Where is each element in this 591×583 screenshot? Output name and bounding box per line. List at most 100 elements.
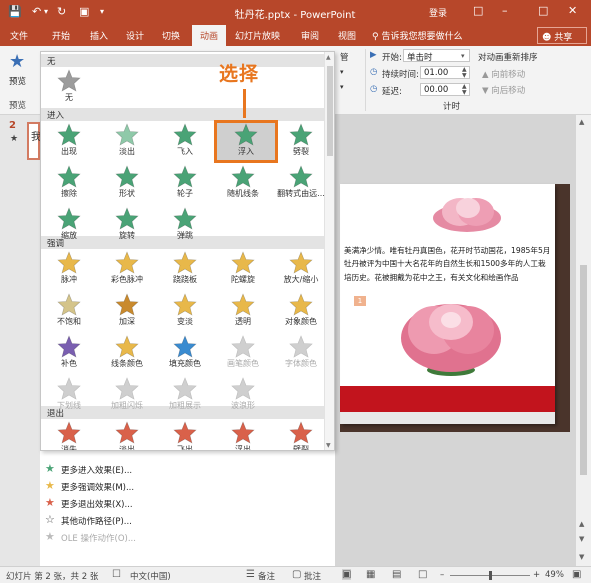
effect-tile[interactable]: 放大/缩小	[275, 251, 327, 288]
effect-selected-tile[interactable]: 浮入	[214, 120, 278, 163]
scroll-prev-slide-icon[interactable]: ▲	[579, 520, 584, 528]
slide-body-text[interactable]: 美满净少情。唯有牡丹真国色，花开时节动国花，1985年5月牡丹被评为中国十大名花…	[344, 244, 551, 284]
tab-home[interactable]: 开始	[52, 29, 70, 42]
effect-tile[interactable]: 填充颜色	[159, 335, 211, 372]
notes-button[interactable]: 备注	[258, 570, 275, 582]
effect-tile[interactable]: 陀螺旋	[217, 251, 269, 288]
comments-icon[interactable]: ▢	[292, 569, 301, 580]
more-effects-menu-item[interactable]: ★ 更多进入效果(E)...	[45, 462, 215, 477]
effect-tile[interactable]: 消失	[43, 421, 95, 450]
effect-tile[interactable]: 补色	[43, 335, 95, 372]
effect-tile[interactable]: 跷跷板	[159, 251, 211, 288]
reorder-title: 对动画重新排序	[478, 53, 538, 63]
tab-review[interactable]: 审阅	[301, 29, 319, 42]
effect-label: 透明	[235, 317, 251, 326]
notes-icon[interactable]: ☰	[246, 569, 255, 580]
slideshow-view-icon[interactable]: □	[418, 569, 427, 580]
effect-tile[interactable]: 形状	[101, 165, 153, 202]
more-effects-menu-item[interactable]: ★ 更多退出效果(X)...	[45, 496, 215, 511]
slide-canvas[interactable]: 美满净少情。唯有牡丹真国色，花开时节动国花，1985年5月牡丹被评为中国十大名花…	[340, 184, 555, 424]
undo-dropdown-icon[interactable]: ▾	[44, 7, 48, 16]
delay-spinner-icon[interactable]: ▲ ▼	[462, 84, 467, 96]
effect-tile[interactable]: 彩色脉冲	[101, 251, 153, 288]
move-earlier-button[interactable]: ▲ 向前移动	[482, 68, 525, 80]
preview-button-label[interactable]: 预览	[9, 75, 26, 87]
effect-label: 脉冲	[61, 275, 77, 284]
tab-insert[interactable]: 插入	[90, 29, 108, 42]
undo-icon[interactable]: ↶	[32, 5, 41, 18]
move-later-button[interactable]: ▼ 向后移动	[482, 84, 525, 96]
gallery-scroll-up-icon[interactable]: ▲	[326, 54, 331, 61]
vertical-scrollbar[interactable]: ▲ ▲ ▼ ▼	[576, 115, 591, 566]
effect-tile[interactable]: 脉冲	[43, 251, 95, 288]
effect-tile[interactable]: 飞出	[159, 421, 211, 450]
tab-animations[interactable]: 动画	[192, 25, 227, 46]
normal-view-icon[interactable]: ▣	[342, 569, 352, 580]
scroll-next-slide-icon[interactable]: ▼	[579, 535, 584, 543]
effect-tile[interactable]: 加深	[101, 293, 153, 330]
effect-tile[interactable]: 透明	[217, 293, 269, 330]
language-status[interactable]: 中文(中国)	[130, 570, 171, 582]
fit-slide-icon[interactable]: ▣	[572, 569, 581, 580]
login-link[interactable]: 登录	[429, 6, 447, 19]
redo-icon[interactable]: ↻	[57, 5, 66, 18]
minimize-icon[interactable]: –	[502, 4, 508, 17]
more-effects-menu-item[interactable]: ☆ 其他动作路径(P)...	[45, 513, 215, 528]
spellcheck-icon[interactable]: ☐	[112, 569, 121, 580]
share-button[interactable]: ☻ 共享	[537, 27, 587, 44]
effect-tile[interactable]: 劈裂	[275, 123, 327, 160]
effect-tile[interactable]: 不饱和	[43, 293, 95, 330]
effect-tile[interactable]: 出现	[43, 123, 95, 160]
effect-tile[interactable]: 旋转	[101, 207, 153, 244]
effect-tile[interactable]: 弹跳	[159, 207, 211, 244]
animation-order-tag[interactable]: 1	[354, 296, 366, 306]
effect-tile[interactable]: 擦除	[43, 165, 95, 202]
trigger-fragment[interactable]: 管	[340, 51, 349, 63]
effect-tile[interactable]: 淡出	[101, 421, 153, 450]
effect-tile[interactable]: 淡出	[101, 123, 153, 160]
effect-tile[interactable]: 缩放	[43, 207, 95, 244]
gallery-scroll-thumb[interactable]	[327, 66, 333, 156]
tab-transitions[interactable]: 切换	[162, 29, 180, 42]
effect-tile[interactable]: 无	[43, 69, 95, 106]
zoom-in-icon[interactable]: +	[533, 570, 540, 580]
effect-tile[interactable]: 随机线条	[217, 165, 269, 202]
more-effects-menu-item[interactable]: ★ 更多强调效果(M)...	[45, 479, 215, 494]
preview-group-label: 预览	[9, 101, 27, 111]
slide-thumbnail[interactable]: 我	[27, 122, 41, 160]
scroll-up-icon[interactable]: ▲	[579, 118, 584, 126]
effect-tile[interactable]: 飞入	[159, 123, 211, 160]
start-select-caret-icon[interactable]: ▾	[461, 52, 465, 60]
close-icon[interactable]: ✕	[568, 4, 577, 17]
tab-design[interactable]: 设计	[126, 29, 144, 42]
effect-tile[interactable]: 翻转式由远...	[275, 165, 327, 202]
effect-tile[interactable]: 线条颜色	[101, 335, 153, 372]
zoom-out-icon[interactable]: –	[440, 570, 444, 580]
start-slideshow-icon[interactable]: ▣	[79, 5, 89, 18]
scroll-down-icon[interactable]: ▼	[579, 553, 584, 561]
effect-tile[interactable]: 变淡	[159, 293, 211, 330]
trigger-caret-icon[interactable]: ▾	[340, 68, 344, 76]
maximize-icon[interactable]: □	[538, 4, 548, 17]
start-select[interactable]: 单击时	[403, 49, 470, 63]
tab-view[interactable]: 视图	[338, 29, 356, 42]
ribbon-display-icon[interactable]: □	[473, 4, 483, 17]
effect-tile[interactable]: 对象颜色	[275, 293, 327, 330]
trigger-caret2-icon[interactable]: ▾	[340, 83, 344, 91]
customize-icon[interactable]: ▾	[100, 7, 104, 16]
zoom-level[interactable]: 49%	[545, 570, 564, 580]
tab-file[interactable]: 文件	[10, 29, 28, 42]
slide-sorter-icon[interactable]: ▦	[366, 569, 375, 580]
comments-button[interactable]: 批注	[304, 570, 321, 582]
effect-tile[interactable]: 劈裂	[275, 421, 327, 450]
tab-slideshow[interactable]: 幻灯片放映	[235, 29, 280, 42]
tell-me-search[interactable]: ⚲ 告诉我您想要做什么	[372, 29, 462, 42]
reading-view-icon[interactable]: ▤	[392, 569, 401, 580]
effect-tile[interactable]: 轮子	[159, 165, 211, 202]
duration-spinner-icon[interactable]: ▲ ▼	[462, 67, 467, 79]
effect-tile[interactable]: 浮出	[217, 421, 269, 450]
preview-star-icon[interactable]: ★	[9, 51, 25, 72]
save-icon[interactable]: 💾	[8, 5, 22, 18]
scroll-thumb[interactable]	[580, 265, 587, 475]
zoom-slider-handle[interactable]	[489, 571, 492, 580]
